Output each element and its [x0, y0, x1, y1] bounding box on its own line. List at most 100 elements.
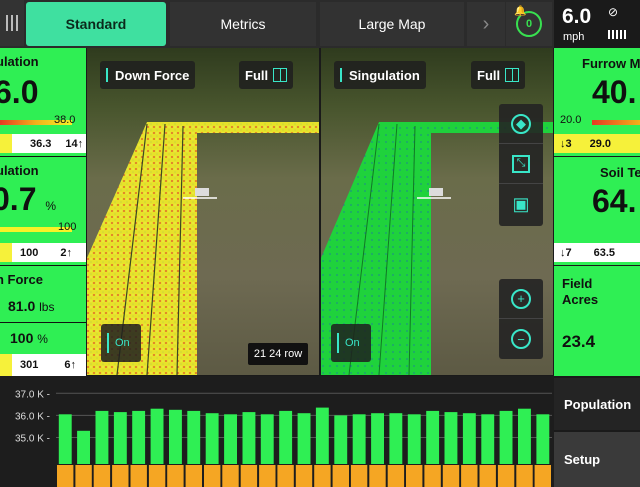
widget-title: ulation	[0, 54, 39, 69]
widget-title-line1: Field	[562, 276, 593, 291]
population-stats: 36.3 14 ↑	[0, 134, 86, 153]
map-view-label: Full	[245, 67, 269, 83]
population-bar	[481, 414, 495, 464]
population-bar	[444, 412, 458, 464]
population-bar	[426, 410, 440, 464]
downforce-avg: 301	[20, 359, 39, 371]
status-segment	[148, 465, 166, 487]
tab-metrics[interactable]: Metrics	[170, 2, 316, 46]
singulation-gauge-max: 100	[58, 221, 77, 233]
population-bar	[205, 413, 219, 464]
population-button[interactable]: Population	[554, 378, 640, 430]
furrow-gauge	[592, 120, 640, 125]
status-segment	[295, 465, 313, 487]
notifications-button[interactable]: 🔔 0	[506, 2, 552, 46]
singulation-stats: 100 2 ↑	[0, 243, 86, 262]
setup-button[interactable]: Setup	[554, 432, 640, 487]
map-view-button[interactable]: Full	[239, 61, 294, 89]
up-arrow-icon: ↑	[77, 137, 84, 150]
zoom-out-icon[interactable]: −	[499, 319, 543, 359]
row-label: 21 24 row	[248, 343, 308, 365]
status-segment	[516, 465, 533, 487]
status-segment	[350, 465, 368, 487]
population-bar	[389, 413, 403, 464]
map-layer-selector[interactable]: Singulation	[334, 61, 426, 89]
map-view-button[interactable]: Full	[471, 61, 526, 89]
map-layer-label: Down Force	[115, 67, 190, 83]
singulation-widget[interactable]: ulation 0.7 % 100 100 2 ↑	[0, 157, 86, 265]
next-tab-chevron-icon[interactable]: ›	[467, 2, 505, 46]
status-segment	[57, 465, 74, 487]
population-bar	[95, 410, 109, 464]
population-bar	[169, 409, 182, 464]
furrow-low: 20.0	[560, 114, 582, 126]
soil-temp-widget[interactable]: Soil Te 64. ↓ 7 63.5	[554, 157, 640, 265]
bell-icon: 🔔	[514, 6, 527, 17]
tab-standard[interactable]: Standard	[26, 2, 166, 46]
population-bar	[518, 408, 531, 464]
population-bar	[499, 410, 513, 464]
population-bar	[315, 407, 329, 464]
status-segment	[204, 465, 221, 487]
status-segment	[167, 465, 184, 487]
speed-readout: 6.0 mph ⊘	[554, 0, 640, 48]
status-segment	[314, 465, 331, 487]
population-chart: 37.0 K - 36.0 K - 35.0 K -	[0, 376, 554, 487]
tractor-icon[interactable]: ▣	[499, 184, 543, 224]
map-layer-selector[interactable]: Down Force	[100, 61, 196, 89]
population-bar	[536, 414, 550, 464]
furrow-stats: ↓ 3 29.0	[554, 134, 640, 153]
status-segment	[93, 465, 111, 487]
compass-icon[interactable]: ◆	[499, 104, 543, 144]
y-tick-label: 35.0 K -	[15, 433, 50, 444]
zoom-in-icon[interactable]: +	[499, 279, 543, 319]
field-acres-widget[interactable]: Field Acres 23.4	[554, 266, 640, 376]
tab-large-map[interactable]: Large Map	[320, 2, 464, 46]
population-bar	[150, 408, 164, 464]
map-toggle[interactable]: On	[101, 324, 141, 362]
population-bar	[132, 410, 146, 464]
field-acres-value: 23.4	[562, 332, 596, 351]
status-segment	[130, 465, 147, 487]
status-segment	[75, 465, 92, 487]
map-toggle-label: On	[345, 337, 360, 349]
map-controls: ◆ ⤡ ▣	[499, 104, 543, 226]
speed-value: 6.0	[562, 5, 592, 28]
widget-title: Soil Te	[600, 165, 640, 180]
singulation-value: 0.7	[0, 181, 37, 217]
furrow-value: 40.	[592, 74, 637, 110]
widget-title: ulation	[0, 163, 39, 178]
downforce-value: 81.0	[8, 298, 36, 314]
map-toggle[interactable]: On	[331, 324, 371, 362]
up-arrow-icon: ↑	[70, 359, 76, 371]
population-gauge-max: 38.0	[54, 114, 76, 126]
singulation-unit: %	[45, 199, 57, 213]
widget-title: Furrow M	[582, 56, 640, 71]
downforce-widget[interactable]: n Force 81.0 lbs 100 % 301 6 ↑	[0, 266, 86, 376]
ground-contact-value: 100	[10, 330, 34, 346]
status-segment	[277, 465, 294, 487]
downforce-stats: 301 6 ↑	[0, 354, 86, 376]
downforce-map[interactable]: Down Force Full On	[87, 48, 319, 375]
satellite-icon: ⊘	[608, 5, 619, 19]
zoom-controls: + −	[499, 279, 543, 359]
status-segment	[259, 465, 276, 487]
status-segment	[369, 465, 386, 487]
map-view-label: Full	[477, 67, 501, 83]
population-bar	[371, 413, 384, 464]
status-segment	[332, 465, 349, 487]
y-tick-label: 36.0 K -	[15, 411, 50, 422]
menu-button[interactable]	[0, 0, 24, 46]
population-widget[interactable]: ulation 6.0 38.0 36.3 14 ↑	[0, 48, 86, 156]
split-view-icon	[273, 68, 288, 82]
singulation-avg: 100	[20, 246, 39, 259]
population-bar	[279, 410, 293, 464]
status-segment	[185, 465, 202, 487]
population-bar	[224, 414, 237, 464]
widget-title-line2: Acres	[562, 292, 599, 307]
furrow-moisture-widget[interactable]: Furrow M 40. 20.0 ↓ 3 29.0	[554, 48, 640, 156]
expand-icon[interactable]: ⤡	[499, 144, 543, 184]
status-segment	[479, 465, 496, 487]
population-count: 14	[65, 137, 78, 150]
signal-bars-icon	[608, 30, 626, 39]
